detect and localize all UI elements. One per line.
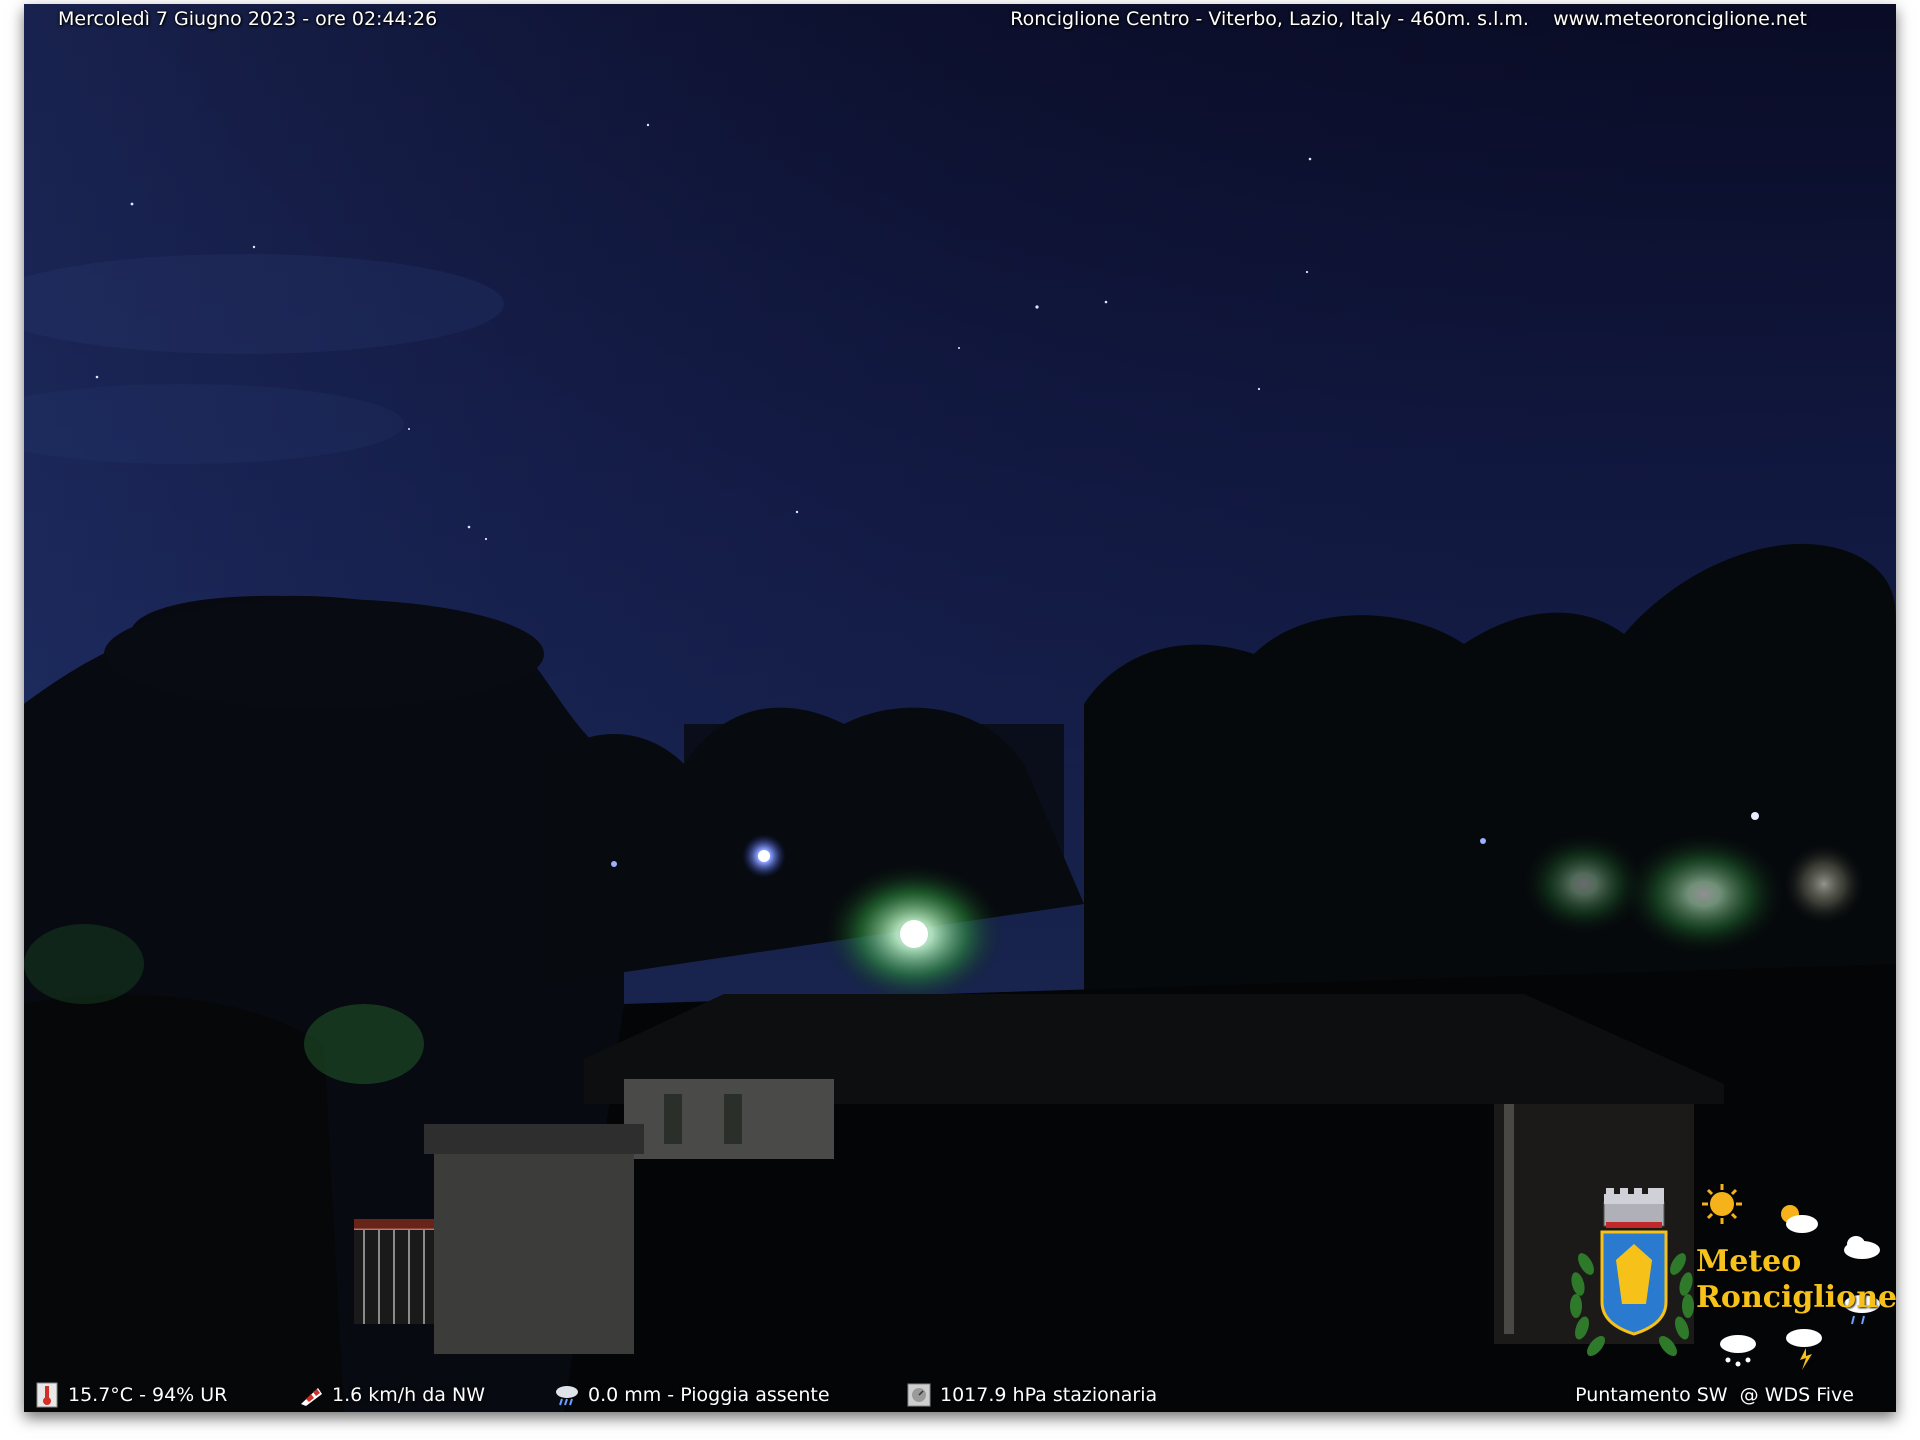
- rain-value: 0.0 mm - Pioggia assente: [588, 1384, 830, 1406]
- pressure-stat: 1017.9 hPa stazionaria: [906, 1380, 1157, 1410]
- pressure-value: 1017.9 hPa stazionaria: [940, 1384, 1158, 1406]
- pointing-value: Puntamento SW @ WDS Five: [1575, 1384, 1854, 1406]
- cloud-icon: [1844, 1236, 1880, 1259]
- temperature-stat: 15.7°C - 94% UR: [34, 1380, 227, 1410]
- pointing-stat: Puntamento SW @ WDS Five: [1575, 1380, 1854, 1410]
- sun-icon: [1702, 1184, 1742, 1224]
- barometer-icon: [907, 1383, 931, 1407]
- logo-word-meteo: Meteo: [1696, 1244, 1802, 1279]
- temperature-value: 15.7°C - 94% UR: [68, 1384, 228, 1406]
- webcam-frame: Mercoledì 7 Giugno 2023 - ore 02:44:26 R…: [24, 4, 1896, 1412]
- snow-cloud-icon: [1720, 1335, 1756, 1367]
- logo-word-ronciglione: Ronciglione: [1696, 1280, 1896, 1315]
- rain-cloud-icon: [556, 1386, 578, 1406]
- wind-value: 1.6 km/h da NW: [332, 1384, 485, 1406]
- wind-stat: 1.6 km/h da NW: [298, 1380, 485, 1410]
- thermometer-icon: [36, 1382, 58, 1408]
- location-label: Ronciglione Centro - Viterbo, Lazio, Ita…: [1010, 8, 1807, 30]
- partly-cloudy-icon: [1781, 1205, 1818, 1233]
- windsock-icon: [301, 1388, 322, 1406]
- weather-stats-bar: 15.7°C - 94% UR 1.6 km/h da NW 0.0 mm - …: [24, 1378, 1896, 1412]
- datetime-label: Mercoledì 7 Giugno 2023 - ore 02:44:26: [58, 8, 438, 30]
- thunder-cloud-icon: [1786, 1329, 1822, 1370]
- rain-stat: 0.0 mm - Pioggia assente: [554, 1380, 830, 1410]
- meteo-ronciglione-logo: Meteo Ronciglione: [1550, 1184, 1896, 1384]
